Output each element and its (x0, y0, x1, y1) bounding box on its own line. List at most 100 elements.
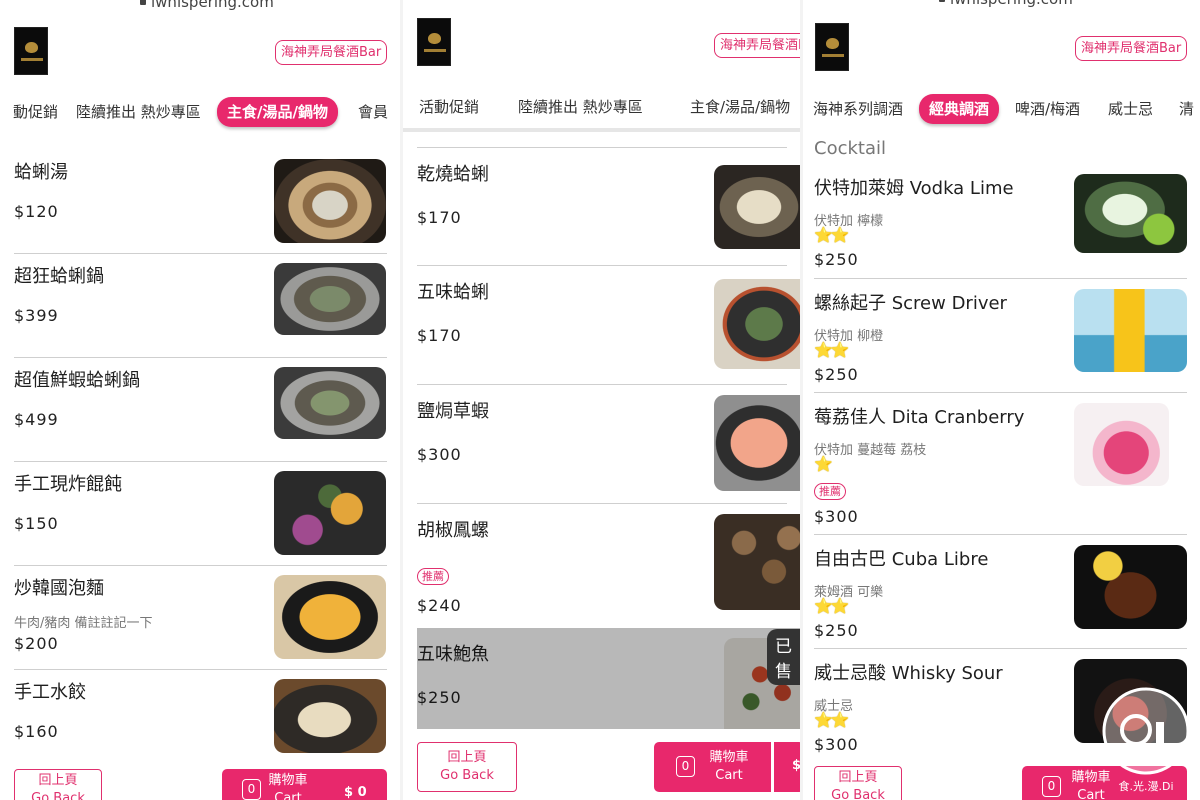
tab-stir-fry[interactable]: 陸續推出 熱炒專區 (518, 92, 643, 122)
list-item[interactable]: 螺絲起子 Screw Driver 伏特加 柳橙 ⭐⭐ $250 (814, 279, 1187, 393)
item-price: $399 (14, 306, 59, 325)
salt-shrimp-photo (714, 395, 800, 491)
tab-beer-plum-wine[interactable]: 啤酒/梅酒 (1015, 94, 1080, 124)
item-name: 伏特加萊姆 Vodka Lime (814, 178, 1014, 199)
go-back-button[interactable]: 回上頁 Go Back (417, 742, 517, 792)
five-flavor-clam-photo (714, 279, 800, 369)
cart-total: $ 0 (344, 785, 367, 800)
brand-badge[interactable]: 海神弄局餐酒Bar (714, 33, 800, 58)
list-item[interactable]: 手工水餃 $160 (14, 670, 387, 770)
item-name: 手工水餃 (14, 682, 86, 703)
list-item[interactable]: 莓荔佳人 Dita Cranberry 伏特加 蔓越莓 荔枝 ⭐ 推薦 $300 (814, 393, 1187, 535)
clam-soup-photo (274, 159, 386, 243)
ramen-photo (274, 575, 386, 659)
panel-mains: iwhispering.com 海神弄局餐酒Bar 動促銷 陸續推出 熱炒專區 … (0, 0, 400, 800)
rating-stars: ⭐ (814, 455, 833, 473)
tab-mains[interactable]: 主食/湯品/鍋物 (690, 92, 790, 122)
category-tabs: 動促銷 陸續推出 熱炒專區 主食/湯品/鍋物 會員 (0, 97, 400, 137)
rating-stars: ⭐⭐ (814, 341, 849, 359)
item-description: 牛肉/豬肉 備註註記一下 (14, 616, 153, 631)
item-price: $170 (417, 208, 462, 227)
brand-badge[interactable]: 海神弄局餐酒Bar (275, 40, 388, 65)
tabs-scroll-shadow (403, 128, 800, 132)
rating-stars: ⭐⭐ (814, 711, 849, 729)
recommended-badge: 推薦 (814, 483, 846, 500)
panel-cocktails: iwhispering.com 海神弄局餐酒Bar 海神系列調酒 經典調酒 啤酒… (803, 0, 1200, 800)
list-item[interactable]: 胡椒鳳螺 推薦 $240 (417, 504, 800, 628)
tab-whisky[interactable]: 威士忌 (1108, 94, 1153, 124)
go-back-button[interactable]: 回上頁 Go Back (814, 766, 902, 800)
item-name: 超值鮮蝦蛤蜊鍋 (14, 370, 140, 391)
clam-pot-photo (274, 263, 386, 335)
list-item[interactable]: 蛤蜊湯 $120 (14, 150, 387, 254)
list-item[interactable]: 炒韓國泡麵 牛肉/豬肉 備註註記一下 $200 (14, 566, 387, 670)
item-price: $160 (14, 722, 59, 741)
lock-icon (939, 0, 945, 2)
list-item[interactable]: 自由古巴 Cuba Libre 萊姆酒 可樂 ⭐⭐ $250 (814, 535, 1187, 649)
tab-classic-cocktails[interactable]: 經典調酒 (919, 94, 1000, 124)
watermark-logo: 食.光.漫.Di (1102, 687, 1190, 793)
item-price: $300 (417, 445, 462, 464)
item-price: $250 (814, 250, 859, 269)
cart-button[interactable]: 0 購物車 Cart $ (654, 742, 800, 792)
sold-out-tag: 已售 (767, 629, 800, 685)
item-price: $300 (814, 735, 859, 754)
brand-badge[interactable]: 海神弄局餐酒Bar (1075, 36, 1188, 61)
dita-cranberry-photo (1074, 403, 1169, 486)
list-item[interactable]: 乾燒蛤蜊 $170 (417, 147, 800, 266)
item-price: $170 (417, 326, 462, 345)
item-price: $240 (417, 596, 462, 615)
rating-stars: ⭐⭐ (814, 226, 849, 244)
lock-icon (140, 0, 146, 5)
item-price: $250 (814, 621, 859, 640)
item-name: 威士忌酸 Whisky Sour (814, 663, 1003, 684)
list-item[interactable]: 超狂蛤蜊鍋 $399 (14, 254, 387, 358)
restaurant-logo[interactable] (815, 23, 849, 71)
cart-total: $ (792, 758, 800, 773)
item-name: 手工現炸餛飩 (14, 474, 122, 495)
tab-promotions[interactable]: 動促銷 (13, 97, 58, 127)
tab-mains[interactable]: 主食/湯品/鍋物 (217, 97, 338, 127)
tab-stir-fry[interactable]: 陸續推出 熱炒專區 (76, 97, 201, 127)
item-name: 蛤蜊湯 (14, 162, 68, 183)
list-item[interactable]: 伏特加萊姆 Vodka Lime 伏特加 檸檬 ⭐⭐ $250 (814, 164, 1187, 279)
item-name: 螺絲起子 Screw Driver (814, 293, 1007, 314)
watermark-text: 食.光.漫.Di (1118, 779, 1173, 793)
rating-stars: ⭐⭐ (814, 597, 849, 615)
go-back-button[interactable]: 回上頁 Go Back (14, 769, 102, 800)
dumpling-photo (274, 679, 386, 753)
item-name: 鹽焗草蝦 (417, 401, 489, 422)
tab-signature-cocktails[interactable]: 海神系列調酒 (813, 94, 903, 124)
item-name: 五味蛤蜊 (417, 282, 489, 303)
item-name: 自由古巴 Cuba Libre (814, 549, 989, 570)
shrimp-clam-pot-photo (274, 367, 386, 439)
cart-label: 購物車 Cart (268, 773, 308, 800)
item-name: 乾燒蛤蜊 (417, 164, 489, 185)
list-item[interactable]: 鹽焗草蝦 $300 (417, 385, 800, 504)
cart-count: 0 (242, 779, 261, 800)
item-name: 超狂蛤蜊鍋 (14, 266, 104, 287)
cart-button[interactable]: 0 購物車 Cart $ 0 (222, 769, 387, 800)
item-price: $499 (14, 410, 59, 429)
category-tabs: 海神系列調酒 經典調酒 啤酒/梅酒 威士忌 清 (803, 94, 1200, 134)
tab-members[interactable]: 會員 (358, 97, 388, 127)
item-price: $150 (14, 514, 59, 533)
tab-promotions[interactable]: 活動促銷 (419, 92, 479, 122)
category-tabs: 活動促銷 陸續推出 熱炒專區 主食/湯品/鍋物 (403, 92, 800, 132)
recommended-badge: 推薦 (417, 568, 449, 585)
cart-count: 0 (1042, 776, 1061, 797)
url-bar: iwhispering.com (939, 0, 1073, 8)
item-name: 莓荔佳人 Dita Cranberry (814, 407, 1025, 428)
list-item[interactable]: 五味蛤蜊 $170 (417, 266, 800, 385)
list-item[interactable]: 超值鮮蝦蛤蜊鍋 $499 (14, 358, 387, 462)
url-bar: iwhispering.com (140, 0, 274, 11)
restaurant-logo[interactable] (417, 18, 451, 66)
pepper-snail-photo (714, 514, 800, 610)
list-item[interactable]: 手工現炸餛飩 $150 (14, 462, 387, 566)
restaurant-logo[interactable] (14, 27, 48, 75)
cart-label: 購物車 Cart (709, 750, 749, 783)
vodka-lime-photo (1074, 174, 1187, 253)
panel-stir-fry: 海神弄局餐酒Bar 活動促銷 陸續推出 熱炒專區 主食/湯品/鍋物 乾燒蛤蜊 $… (403, 0, 800, 800)
tab-more[interactable]: 清 (1179, 94, 1194, 124)
item-name: 胡椒鳳螺 (417, 520, 489, 541)
